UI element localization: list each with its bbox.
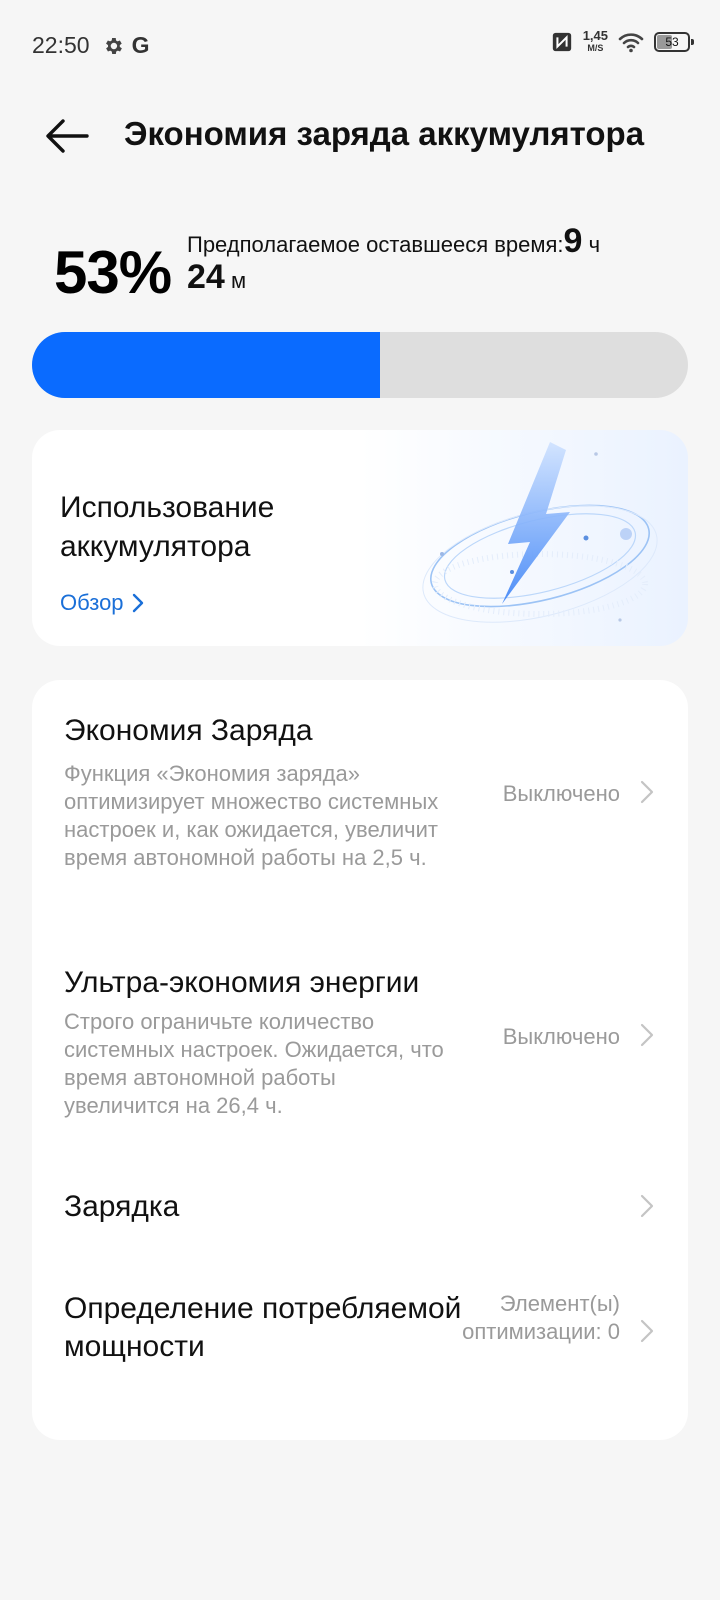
chevron-right-icon [132,593,143,613]
overview-link-label: Обзор [60,590,124,615]
chevron-right-icon [640,1023,654,1047]
estimate-minutes: 24 [187,258,225,296]
chevron-right-icon [640,780,654,804]
battery-level-bar [32,332,688,398]
battery-summary: 53% Предполагаемое оставшееся время:9 ч … [54,222,674,312]
setting-status: Выключено [502,781,620,806]
status-bar: 22:50 G 1,45 M/S 53 [0,0,720,92]
setting-battery-saver[interactable]: Экономия Заряда Функция «Экономия заряда… [32,680,688,912]
network-speed: 1,45 M/S [582,28,608,54]
setting-title: Экономия Заряда [64,714,313,747]
battery-usage-title: Использование аккумулятора [60,491,275,563]
back-arrow-icon [46,119,89,153]
estimate-hours-unit: ч [588,232,601,257]
page-title: Экономия заряда аккумулятора [124,115,645,152]
battery-usage-card[interactable]: Использование аккумулятора Обзор [32,430,688,646]
status-right: 1,45 M/S 53 [551,28,694,54]
settings-list: Экономия Заряда Функция «Экономия заряда… [32,680,688,1440]
estimate-label: Предполагаемое оставшееся время: [187,232,564,257]
back-button[interactable] [40,112,94,160]
setting-status: Элемент(ы) оптимизации: 0 [462,1291,620,1344]
setting-power-consumption[interactable]: Определение потребляемой мощности Элемен… [32,1266,688,1436]
nfc-icon [552,32,571,52]
status-battery-icon: 53 [654,32,694,52]
overview-link[interactable]: Обзор [60,590,144,616]
estimate-line-2: 24 м [187,258,246,297]
status-time: 22:50 [32,32,90,58]
status-battery-level: 53 [665,35,679,49]
estimate-line-1: Предполагаемое оставшееся время:9 ч [187,222,600,261]
setting-ultra-saver[interactable]: Ультра-экономия энергии Строго ограничьт… [32,918,688,1148]
setting-description: Функция «Экономия заряда» оптимизирует м… [64,761,439,870]
setting-charging[interactable]: Зарядка [32,1150,688,1264]
setting-title: Зарядка [64,1190,180,1223]
estimate-hours: 9 [563,222,583,260]
battery-level-fill [32,332,380,398]
status-left: 22:50 G [32,32,149,59]
network-speed-value: 1,45 [582,28,608,43]
google-g-icon: G [131,32,150,58]
setting-title: Ультра-экономия энергии [64,966,420,999]
setting-description: Строго ограничьте количество системных н… [64,1009,444,1118]
estimate-minutes-unit: м [230,268,247,293]
setting-status: Выключено [502,1024,620,1049]
settings-gear-icon [105,37,122,54]
network-speed-unit: M/S [587,43,604,53]
setting-title: Определение потребляемой мощности [64,1292,462,1363]
battery-percent: 53% [54,239,172,306]
chevron-right-icon [640,1319,654,1343]
app-header: Экономия заряда аккумулятора [0,100,720,172]
chevron-right-icon [640,1194,654,1218]
wifi-icon [618,33,644,53]
lightning-bolt-illustration [422,442,658,623]
screen: 22:50 G 1,45 M/S 53 Экономия заряда акку… [0,0,720,1600]
